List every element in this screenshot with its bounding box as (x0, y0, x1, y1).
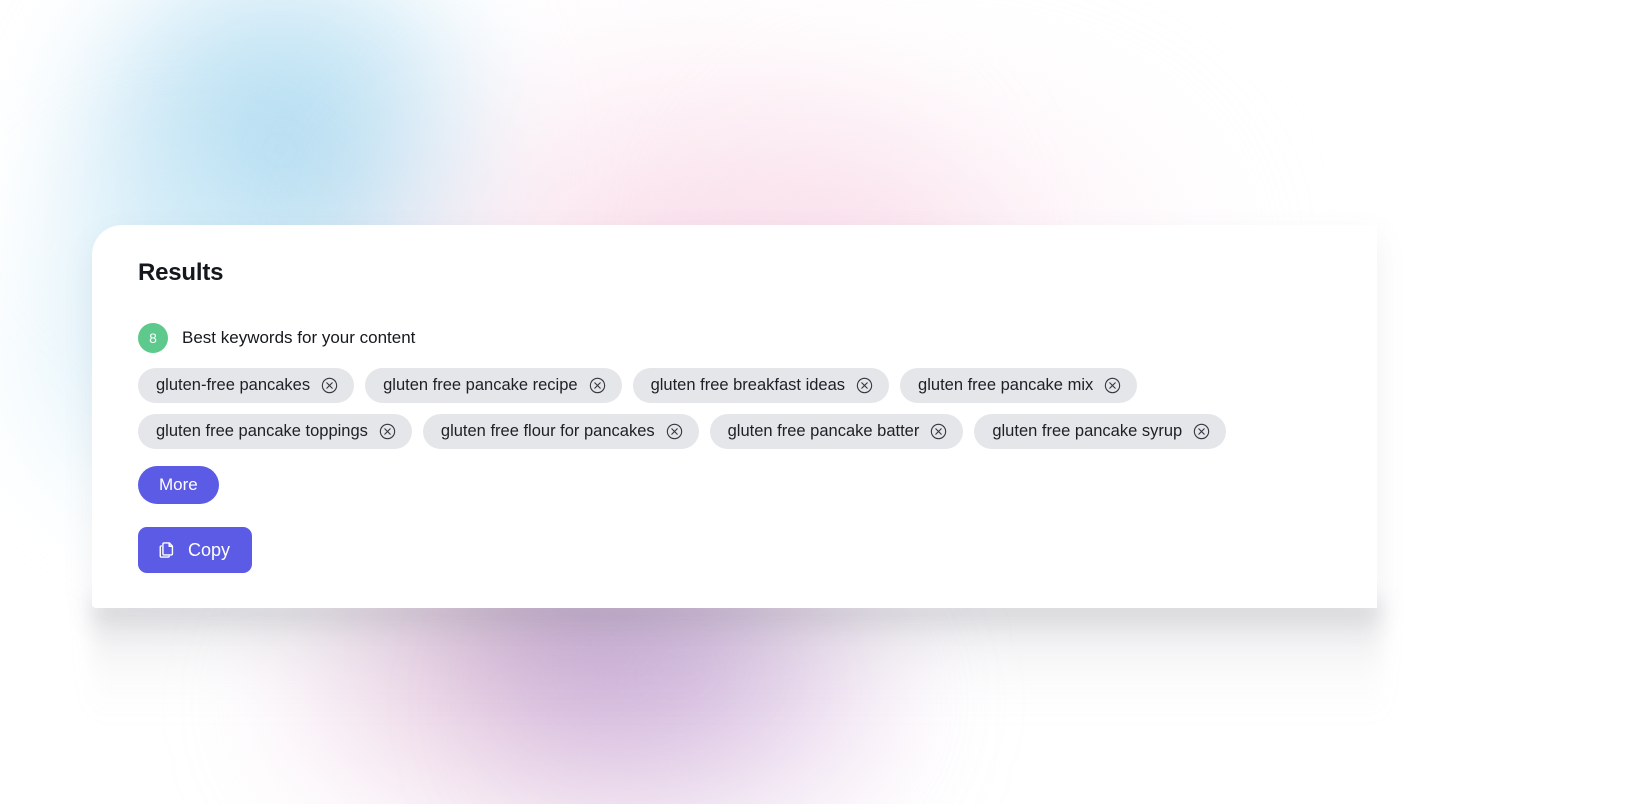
keyword-chip-label: gluten-free pancakes (156, 376, 311, 394)
keyword-chip-label: gluten free pancake batter (727, 422, 920, 440)
keyword-chip[interactable]: gluten free breakfast ideas (632, 368, 890, 403)
keyword-chip-label: gluten free flour for pancakes (440, 422, 655, 440)
keyword-chip-label: gluten free pancake toppings (156, 422, 368, 440)
keyword-chip[interactable]: gluten free flour for pancakes (422, 414, 699, 449)
keyword-chip[interactable]: gluten free pancake mix (900, 368, 1138, 403)
keyword-chip-list: gluten-free pancakes gluten free pancake … (138, 368, 1303, 449)
keyword-chip-label: gluten free pancake syrup (992, 422, 1183, 440)
more-button[interactable]: More (138, 466, 219, 504)
keywords-section-label: Best keywords for your content (182, 328, 416, 347)
keyword-chip[interactable]: gluten free pancake batter (709, 414, 964, 449)
card-drop-shadow (92, 600, 1382, 720)
copy-button-label: Copy (188, 539, 231, 560)
keyword-chip[interactable]: gluten-free pancakes (138, 368, 355, 403)
results-card: Results 8 Best keywords for your content… (92, 225, 1377, 608)
keyword-count-badge: 8 (138, 323, 168, 353)
close-circle-icon[interactable] (321, 377, 338, 394)
keyword-chip[interactable]: gluten free pancake recipe (365, 368, 622, 403)
close-circle-icon[interactable] (589, 377, 606, 394)
copy-icon (159, 542, 174, 558)
close-circle-icon[interactable] (666, 423, 683, 440)
page-title: Results (138, 259, 224, 286)
screen: Results 8 Best keywords for your content… (0, 0, 1628, 804)
close-circle-icon[interactable] (1193, 423, 1210, 440)
close-circle-icon[interactable] (930, 423, 947, 440)
close-circle-icon[interactable] (856, 377, 873, 394)
close-circle-icon[interactable] (1104, 377, 1121, 394)
close-circle-icon[interactable] (379, 423, 396, 440)
keyword-chip[interactable]: gluten free pancake syrup (974, 414, 1227, 449)
keyword-chip[interactable]: gluten free pancake toppings (138, 414, 412, 449)
copy-button-row: Copy (138, 527, 1337, 573)
copy-button[interactable]: Copy (138, 527, 253, 573)
keyword-chip-label: gluten free pancake recipe (383, 376, 578, 394)
keyword-chip-label: gluten free pancake mix (918, 376, 1094, 394)
keyword-chip-label: gluten free breakfast ideas (650, 376, 846, 394)
keywords-section-header: 8 Best keywords for your content (138, 323, 1337, 353)
